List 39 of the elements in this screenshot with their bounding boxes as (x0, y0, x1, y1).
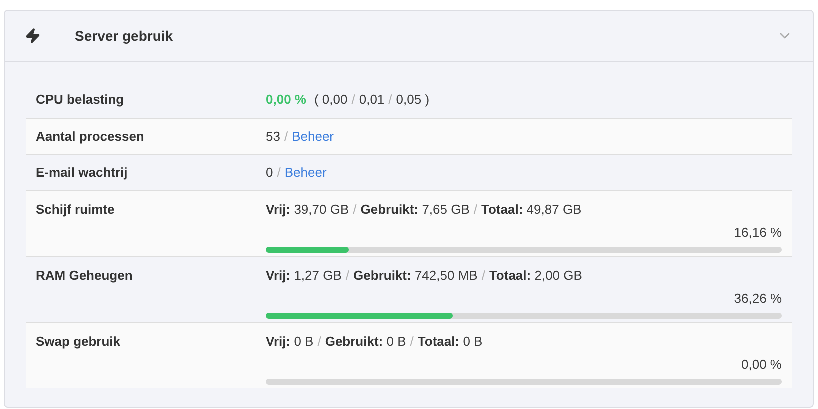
separator: / (474, 201, 478, 219)
separator: / (284, 128, 288, 146)
row-label: E-mail wachtrij (36, 164, 129, 182)
value-text: 53 (266, 128, 280, 146)
value-text: Vrij: 39,70 GB (266, 201, 350, 219)
value-text: Vrij: 0 B (266, 333, 314, 351)
value-text: 0 (266, 164, 274, 182)
separator: / (318, 333, 322, 351)
value-text: Totaal: 0 B (418, 333, 483, 351)
percentage-text: 36,26 % (734, 290, 782, 308)
manage-link[interactable]: Beheer (284, 162, 327, 182)
manage-link[interactable]: Beheer (292, 126, 334, 146)
separator: / (353, 201, 357, 219)
value-text: 0,05 ) (396, 91, 430, 110)
separator: / (346, 267, 350, 285)
percentage-text: 16,16 % (734, 224, 782, 242)
value-text: Gebruikt: 0 B (325, 333, 406, 351)
value-text: Totaal: 49,87 GB (482, 201, 582, 219)
separator: / (410, 333, 414, 351)
row-label: Schijf ruimte (36, 201, 116, 219)
value-text: Totaal: 2,00 GB (489, 267, 582, 285)
panel-header[interactable]: Server gebruik (5, 11, 813, 62)
separator: / (277, 164, 281, 182)
value-text: Gebruikt: 7,65 GB (360, 201, 470, 219)
lightning-icon (25, 28, 41, 44)
value-text: ( 0,00 (314, 91, 348, 110)
value-text: Vrij: 1,27 GB (266, 267, 342, 285)
row-label: RAM Geheugen (36, 267, 134, 285)
separator: / (352, 91, 356, 110)
panel-title: Server gebruik (75, 26, 174, 46)
row-label: CPU belasting (36, 91, 126, 110)
cpu-percentage: 0,00 % (266, 91, 306, 110)
row-label: Swap gebruik (36, 333, 122, 351)
separator: / (388, 91, 392, 110)
value-text: 0,01 (359, 91, 385, 110)
row-label: Aantal processen (36, 128, 146, 146)
separator: / (482, 267, 486, 285)
value-text: Gebruikt: 742,50 MB (354, 267, 478, 285)
percentage-text: 0,00 % (742, 356, 782, 374)
